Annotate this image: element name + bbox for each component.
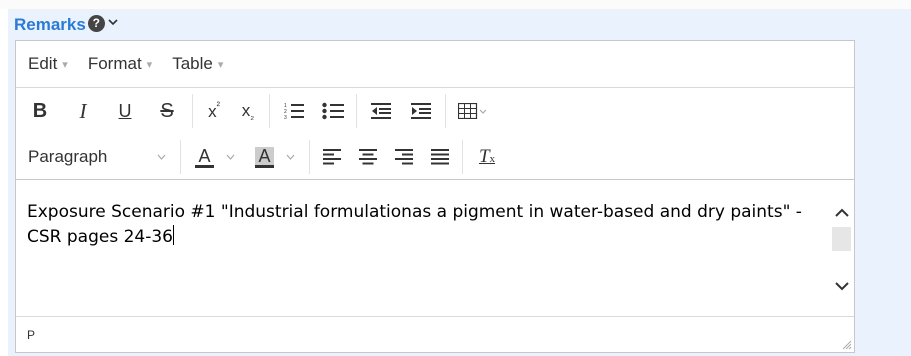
- italic-icon: I: [79, 98, 87, 123]
- numbered-list-button[interactable]: 1 2 3: [274, 92, 314, 130]
- superscript-icon: x²: [208, 100, 220, 121]
- toolbar-divider: [180, 140, 181, 174]
- caret-down-icon: [157, 154, 166, 160]
- align-justify-button[interactable]: [422, 138, 458, 176]
- caret-down-icon: [286, 154, 294, 160]
- caret-down-icon: ▾: [62, 58, 68, 71]
- clear-formatting-icon: Tx: [478, 146, 496, 167]
- toolbar-divider: [192, 94, 193, 128]
- statusbar: P: [16, 316, 854, 352]
- rich-text-editor: Edit ▾ Format ▾ Table ▾ B I U S x² x₂ 1 …: [15, 40, 855, 353]
- scrollbar-thumb[interactable]: [832, 227, 851, 251]
- scroll-down-icon[interactable]: [834, 280, 850, 292]
- toolbar-divider: [356, 94, 357, 128]
- text-cursor: [173, 225, 174, 245]
- remarks-label: Remarks: [14, 15, 86, 34]
- bullet-list-button[interactable]: [314, 92, 352, 130]
- block-format-select[interactable]: Paragraph: [16, 138, 176, 176]
- element-path[interactable]: P: [27, 328, 35, 342]
- align-right-button[interactable]: [386, 138, 422, 176]
- toolbar-divider: [269, 94, 270, 128]
- strikethrough-icon: S: [160, 99, 174, 122]
- toolbar-divider: [462, 140, 463, 174]
- menu-format[interactable]: Format ▾: [88, 54, 152, 74]
- top-strip: [0, 0, 911, 9]
- text-color-icon: A: [195, 147, 214, 168]
- underline-icon: U: [118, 100, 132, 121]
- table-icon: [458, 103, 487, 119]
- italic-button[interactable]: I: [62, 92, 104, 130]
- menu-format-label: Format: [87, 54, 142, 73]
- outdent-button[interactable]: [361, 92, 401, 130]
- resize-handle-icon[interactable]: [840, 338, 852, 350]
- question-circle-icon[interactable]: ?: [87, 14, 105, 32]
- block-format-value: Paragraph: [28, 147, 108, 166]
- menu-edit[interactable]: Edit ▾: [28, 54, 68, 74]
- bold-icon: B: [32, 99, 48, 122]
- caret-down-icon: ▾: [146, 58, 153, 71]
- menu-table[interactable]: Table ▾: [172, 54, 223, 74]
- menubar: Edit ▾ Format ▾ Table ▾: [16, 41, 854, 88]
- chevron-down-icon[interactable]: [107, 16, 119, 28]
- align-right-icon: [395, 149, 413, 165]
- text-color-button[interactable]: A: [185, 138, 245, 176]
- underline-button[interactable]: U: [104, 92, 146, 130]
- align-left-button[interactable]: [314, 138, 350, 176]
- toolbar-row-2: Paragraph A A Tx: [16, 134, 507, 180]
- align-center-icon: [359, 149, 377, 165]
- editor-content[interactable]: Exposure Scenario #1 "Industrial formula…: [16, 181, 854, 315]
- subscript-icon: x₂: [241, 100, 255, 122]
- toolbar-row-1: B I U S x² x₂ 1 2 3: [16, 88, 496, 134]
- strikethrough-button[interactable]: S: [146, 92, 188, 130]
- bullet-list-icon: [322, 102, 344, 120]
- toolbar-divider: [309, 140, 310, 174]
- align-center-button[interactable]: [350, 138, 386, 176]
- caret-down-icon: ▾: [217, 58, 224, 71]
- subscript-button[interactable]: x₂: [231, 92, 265, 130]
- vertical-scrollbar[interactable]: [829, 181, 854, 315]
- numbered-list-icon: 1 2 3: [284, 103, 304, 120]
- superscript-button[interactable]: x²: [197, 92, 231, 130]
- align-left-icon: [323, 149, 341, 165]
- toolbar-divider: [445, 94, 446, 128]
- toolbar: B I U S x² x₂ 1 2 3 Paragraph A A Tx: [16, 88, 854, 180]
- caret-down-icon: [226, 154, 234, 160]
- scroll-up-icon[interactable]: [834, 207, 850, 219]
- svg-text:3: 3: [284, 115, 287, 120]
- menu-edit-label: Edit: [28, 54, 58, 73]
- remarks-header: Remarks ?: [14, 11, 119, 39]
- table-button[interactable]: [450, 92, 496, 130]
- clear-formatting-button[interactable]: Tx: [467, 138, 507, 176]
- outdent-icon: [371, 103, 391, 119]
- menu-table-label: Table: [172, 54, 213, 73]
- remarks-text: Exposure Scenario #1 "Industrial formula…: [27, 202, 802, 247]
- indent-icon: [411, 103, 431, 119]
- bold-button[interactable]: B: [18, 92, 62, 130]
- background-color-button[interactable]: A: [245, 138, 305, 176]
- background-color-icon: A: [255, 146, 274, 168]
- indent-button[interactable]: [401, 92, 441, 130]
- align-justify-icon: [431, 149, 449, 165]
